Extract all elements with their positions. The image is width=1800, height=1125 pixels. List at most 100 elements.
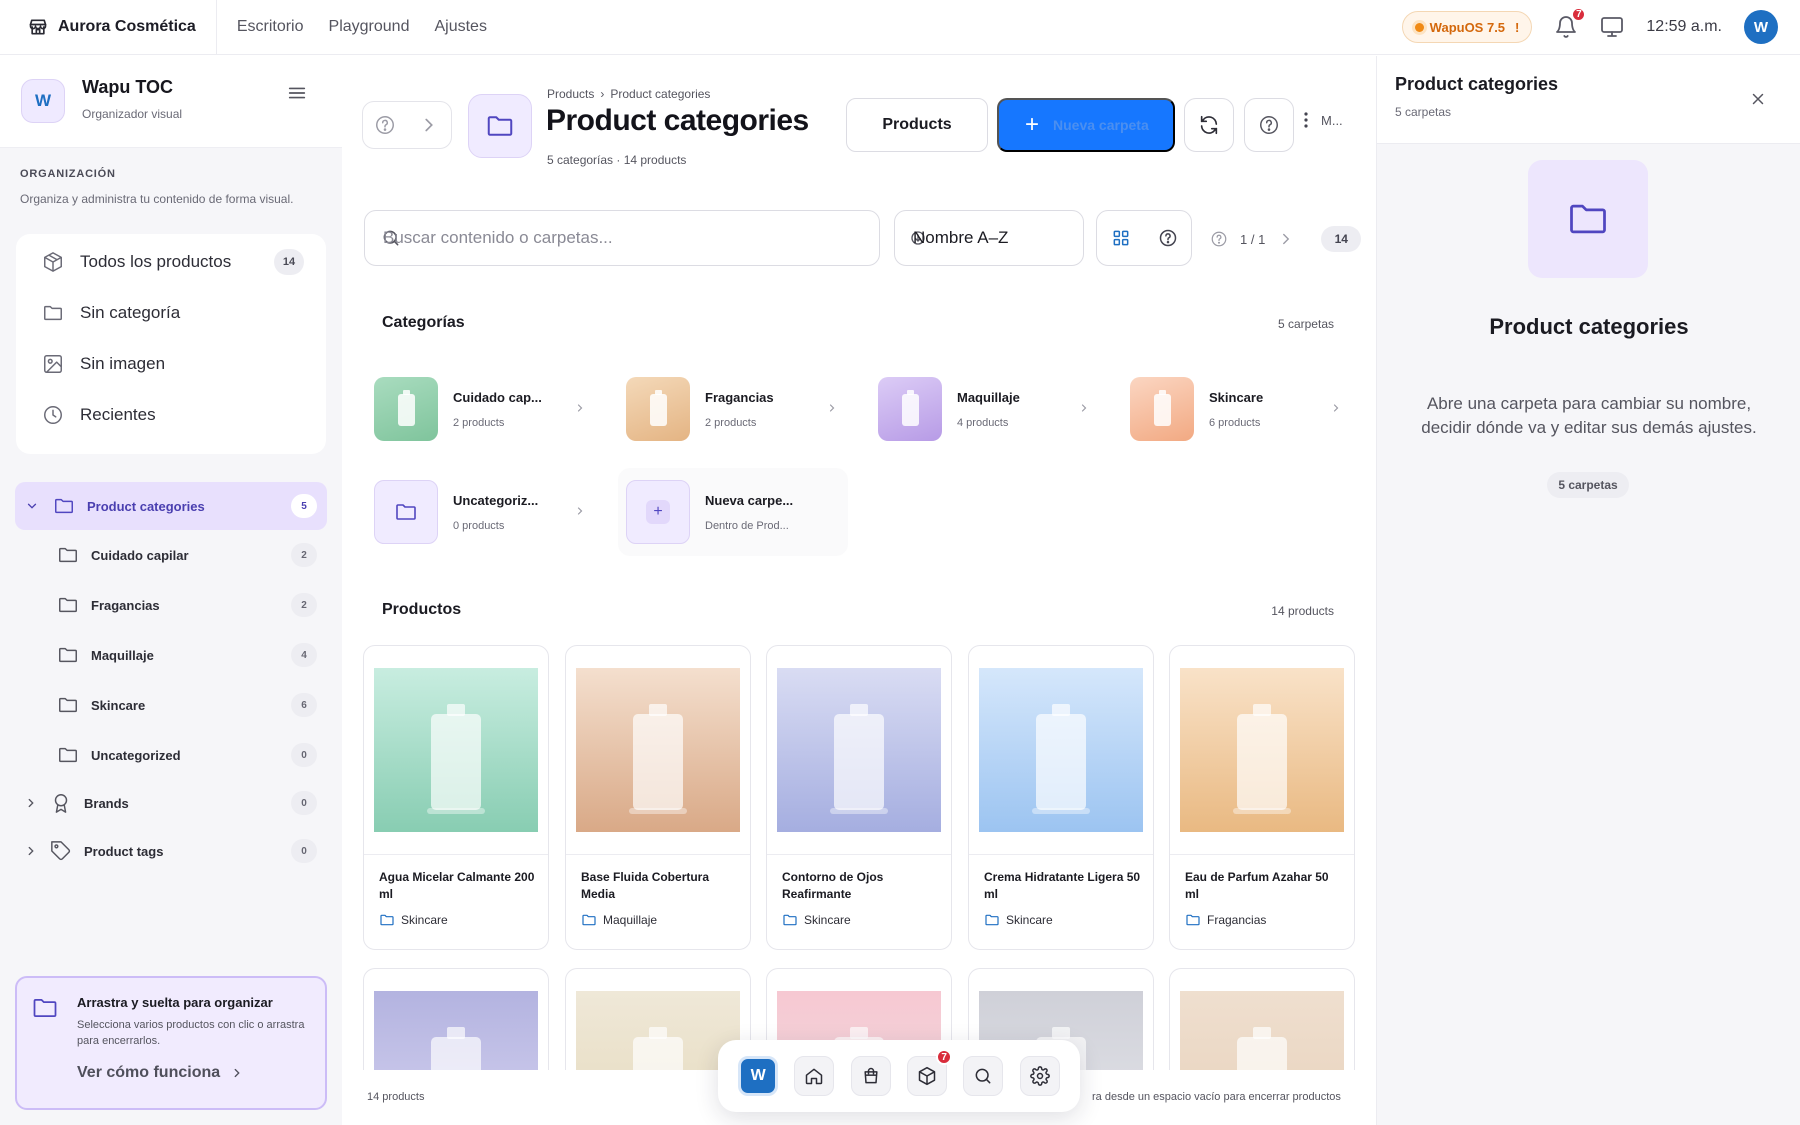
dock-home-avatar[interactable]: W: [738, 1056, 779, 1096]
tree-item-brands[interactable]: Brands 0: [24, 782, 327, 824]
tree-item-skincare[interactable]: Skincare 6: [57, 684, 327, 726]
plus-icon: +: [1025, 111, 1040, 138]
tree-count: 2: [291, 543, 317, 567]
folder-icon: [782, 912, 798, 928]
tip-link[interactable]: Ver cómo funciona: [77, 1064, 244, 1082]
tree-count: 2: [291, 593, 317, 617]
product-image: [979, 668, 1143, 832]
category-card[interactable]: Skincare 6 products: [1130, 370, 1350, 448]
new-folder-card[interactable]: + Nueva carpe... Dentro de Prod...: [618, 468, 848, 556]
folder-icon: [57, 694, 79, 716]
tree-count: 5: [291, 494, 317, 518]
nav-ajustes[interactable]: Ajustes: [434, 18, 486, 36]
tip-title: Arrastra y suelta para organizar: [77, 995, 273, 1010]
product-image: [1180, 668, 1344, 832]
dock-products-button[interactable]: 7: [907, 1049, 953, 1096]
chevron-right-icon[interactable]: [24, 796, 38, 810]
tree-item-maquillaje[interactable]: Maquillaje 4: [57, 634, 327, 676]
tree-item-product-tags[interactable]: Product tags 0: [24, 830, 327, 872]
forward-chevron-icon[interactable]: [418, 114, 440, 136]
quick-filters: Todos los productos 14 Sin categoría Sin…: [16, 234, 326, 454]
nav-escritorio[interactable]: Escritorio: [237, 18, 304, 36]
breadcrumb: Products › Product categories: [547, 87, 710, 101]
new-folder-button[interactable]: + Nueva carpeta: [997, 98, 1175, 152]
new-folder-thumbnail: +: [626, 480, 690, 544]
dock-shop-button[interactable]: [850, 1056, 891, 1096]
prev-page-icon[interactable]: [1210, 230, 1228, 248]
tree-item-uncategorized[interactable]: Uncategorized 0: [57, 734, 327, 776]
chevron-right-icon: [574, 402, 586, 414]
breadcrumb-products[interactable]: Products: [547, 87, 594, 101]
quick-uncategorized[interactable]: Sin categoría: [42, 301, 312, 325]
tree-item-cuidado-capilar[interactable]: Cuidado capilar 2: [57, 534, 327, 576]
user-avatar[interactable]: W: [1744, 10, 1778, 44]
folder-icon: [468, 94, 532, 158]
refresh-icon: [1200, 115, 1218, 135]
product-name: Agua Micelar Calmante 200 ml: [379, 870, 535, 901]
tree-item-fragancias[interactable]: Fragancias 2: [57, 584, 327, 626]
category-count: 2 products: [453, 416, 505, 429]
sort-select[interactable]: Nombre A–Z: [894, 210, 1084, 266]
products-button[interactable]: Products: [846, 98, 988, 152]
sort-value: Nombre A–Z: [913, 228, 1009, 247]
chevron-down-icon[interactable]: [25, 499, 39, 513]
refresh-button[interactable]: [1184, 98, 1234, 152]
category-name: Cuidado cap...: [453, 389, 542, 405]
close-icon[interactable]: [1749, 90, 1767, 108]
sidebar: W Wapu TOC Organizador visual ORGANIZACI…: [0, 56, 342, 1125]
category-name: Nueva carpe...: [705, 492, 794, 508]
product-category-label: Maquillaje: [603, 913, 658, 927]
tree-count: 4: [291, 643, 317, 667]
folder-icon: [57, 644, 79, 666]
quick-label: Sin categoría: [80, 303, 181, 322]
tree-item-product-categories[interactable]: Product categories 5: [15, 482, 327, 530]
dock-home-button[interactable]: [794, 1056, 835, 1096]
folder-icon: [1528, 160, 1648, 278]
more-button[interactable]: M...: [1303, 111, 1343, 129]
folder-icon: [57, 544, 79, 566]
workspace-avatar: W: [21, 79, 65, 123]
chevron-right-icon: [230, 1066, 244, 1080]
quick-all-products[interactable]: Todos los productos 14: [42, 249, 312, 275]
category-card[interactable]: Fragancias 2 products: [626, 370, 846, 448]
category-card[interactable]: Maquillaje 4 products: [878, 370, 1098, 448]
os-version-badge[interactable]: WapuOS 7.5 !: [1401, 11, 1533, 43]
help-button[interactable]: [1244, 98, 1294, 152]
folder-icon: [374, 480, 438, 544]
monitor-icon[interactable]: [1600, 15, 1624, 39]
category-count: 2 products: [705, 416, 757, 429]
product-card[interactable]: Base Fluida Cobertura Media Maquillaje: [565, 645, 751, 950]
product-card[interactable]: Eau de Parfum Azahar 50 ml Fragancias: [1169, 645, 1355, 950]
notifications-button[interactable]: 7: [1554, 7, 1587, 39]
dock-search-button[interactable]: [963, 1056, 1004, 1096]
tree-label: Maquillaje: [91, 647, 154, 663]
search-input[interactable]: [383, 223, 863, 253]
quick-recent[interactable]: Recientes: [42, 403, 312, 427]
new-folder-label: Nueva carpeta: [1053, 117, 1149, 133]
next-page-icon[interactable]: [1277, 230, 1295, 248]
help-icon[interactable]: [374, 114, 396, 136]
tree-label: Product tags: [84, 843, 164, 859]
product-image: [576, 668, 740, 832]
category-card[interactable]: Cuidado cap... 2 products: [374, 370, 594, 448]
help-icon: [1260, 116, 1278, 134]
menu-icon[interactable]: [286, 82, 308, 104]
chevron-right-icon[interactable]: [24, 844, 38, 858]
help-icon[interactable]: [1158, 228, 1178, 248]
grid-view-icon[interactable]: [1111, 228, 1131, 248]
os-warning-mark: !: [1515, 19, 1520, 35]
product-card[interactable]: Crema Hidratante Ligera 50 ml Skincare: [968, 645, 1154, 950]
award-icon: [50, 792, 72, 814]
quick-no-image[interactable]: Sin imagen: [42, 352, 312, 376]
page-indicator: 1 / 1: [1240, 231, 1266, 247]
search-field[interactable]: [364, 210, 880, 266]
product-card[interactable]: Contorno de Ojos Reafirmante Skincare: [766, 645, 952, 950]
app-brand[interactable]: Aurora Cosmética: [0, 0, 217, 55]
page-subtitle: 5 categorías · 14 products: [547, 153, 687, 167]
product-card[interactable]: Agua Micelar Calmante 200 ml Skincare: [363, 645, 549, 950]
quick-label: Sin imagen: [80, 354, 166, 373]
product-name: Eau de Parfum Azahar 50 ml: [1185, 870, 1329, 901]
nav-playground[interactable]: Playground: [329, 18, 410, 36]
category-card[interactable]: Uncategoriz... 0 products: [374, 473, 594, 551]
dock-settings-button[interactable]: [1019, 1056, 1060, 1096]
